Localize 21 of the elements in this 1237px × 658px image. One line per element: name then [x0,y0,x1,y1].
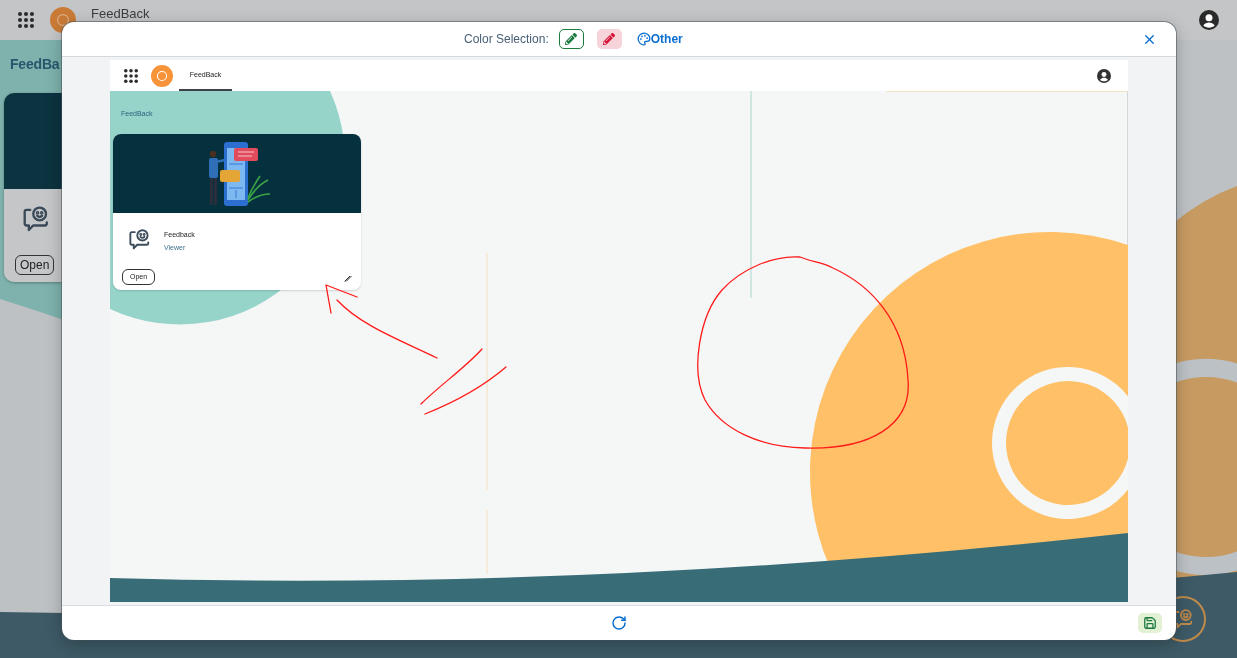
save-button[interactable] [1138,613,1162,633]
logo-icon [151,64,173,87]
profile-icon[interactable] [1097,68,1111,83]
pencil-icon [344,274,352,282]
open-button[interactable]: Open [15,255,55,275]
page-heading: FeedBa [10,56,60,72]
app-title: FeedBack [91,7,150,21]
profile-icon[interactable] [1199,10,1219,30]
chat-smiley-icon [23,206,49,232]
other-color-button[interactable]: Other [636,30,683,48]
refresh-icon[interactable] [611,615,627,631]
menu-icon[interactable] [18,12,34,28]
palette-icon [636,32,651,46]
save-icon [1143,616,1157,630]
pen-color-button[interactable] [558,29,584,49]
annotation-stroke [420,348,483,405]
menu-icon[interactable] [124,68,138,83]
pen-color-button[interactable] [596,29,622,49]
color-selection-label: Color Selection: [464,31,549,48]
chat-smiley-icon [129,229,150,250]
chat-smiley-icon [1173,609,1193,629]
